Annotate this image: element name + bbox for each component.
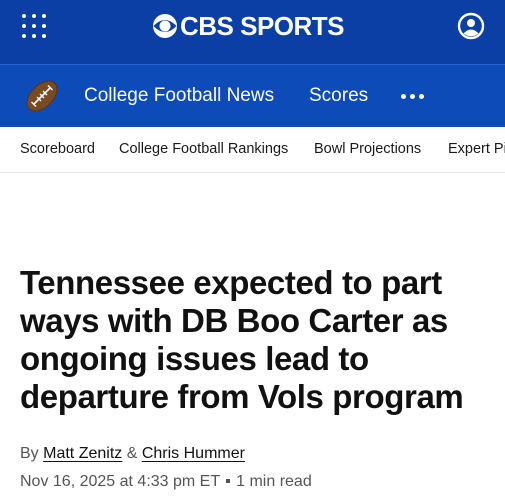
brand-name: CBS SPORTS (180, 10, 345, 41)
subnav-item-rankings[interactable]: College Football Rankings (119, 141, 288, 157)
article-headline: Tennessee expected to part ways with DB … (20, 264, 464, 415)
subnav-item-expert-picks[interactable]: Expert Picks (448, 141, 505, 157)
user-account-icon[interactable] (457, 12, 485, 40)
more-dots-icon[interactable] (401, 94, 425, 100)
read-time: 1 min read (236, 473, 312, 490)
byline-prefix: By (20, 445, 39, 462)
article-meta: Nov 16, 2025 at 4:33 pm ET 1 min read (20, 473, 312, 491)
subnav-item-bowl-projections[interactable]: Bowl Projections (314, 141, 421, 157)
scores-link[interactable]: Scores (309, 85, 368, 107)
byline: By Matt Zenitz & Chris Hummer (20, 445, 245, 463)
top-header: CBS SPORTS (0, 0, 505, 64)
grid-menu-icon[interactable] (22, 14, 48, 40)
football-icon[interactable] (23, 77, 61, 115)
section-nav: College Football News Scores (0, 64, 505, 127)
author-link-1[interactable]: Matt Zenitz (43, 445, 122, 462)
byline-ampersand: & (126, 445, 138, 462)
subnav-item-scoreboard[interactable]: Scoreboard (20, 141, 95, 157)
publish-date: Nov 16, 2025 at 4:33 pm ET (20, 473, 221, 490)
cbs-eye-icon (153, 14, 177, 38)
author-link-2[interactable]: Chris Hummer (142, 445, 245, 462)
sub-nav: Scoreboard College Football Rankings Bow… (0, 127, 505, 173)
cbs-sports-logo[interactable]: CBS SPORTS (152, 10, 345, 41)
section-title-link[interactable]: College Football News (84, 85, 274, 107)
meta-separator (226, 479, 231, 483)
